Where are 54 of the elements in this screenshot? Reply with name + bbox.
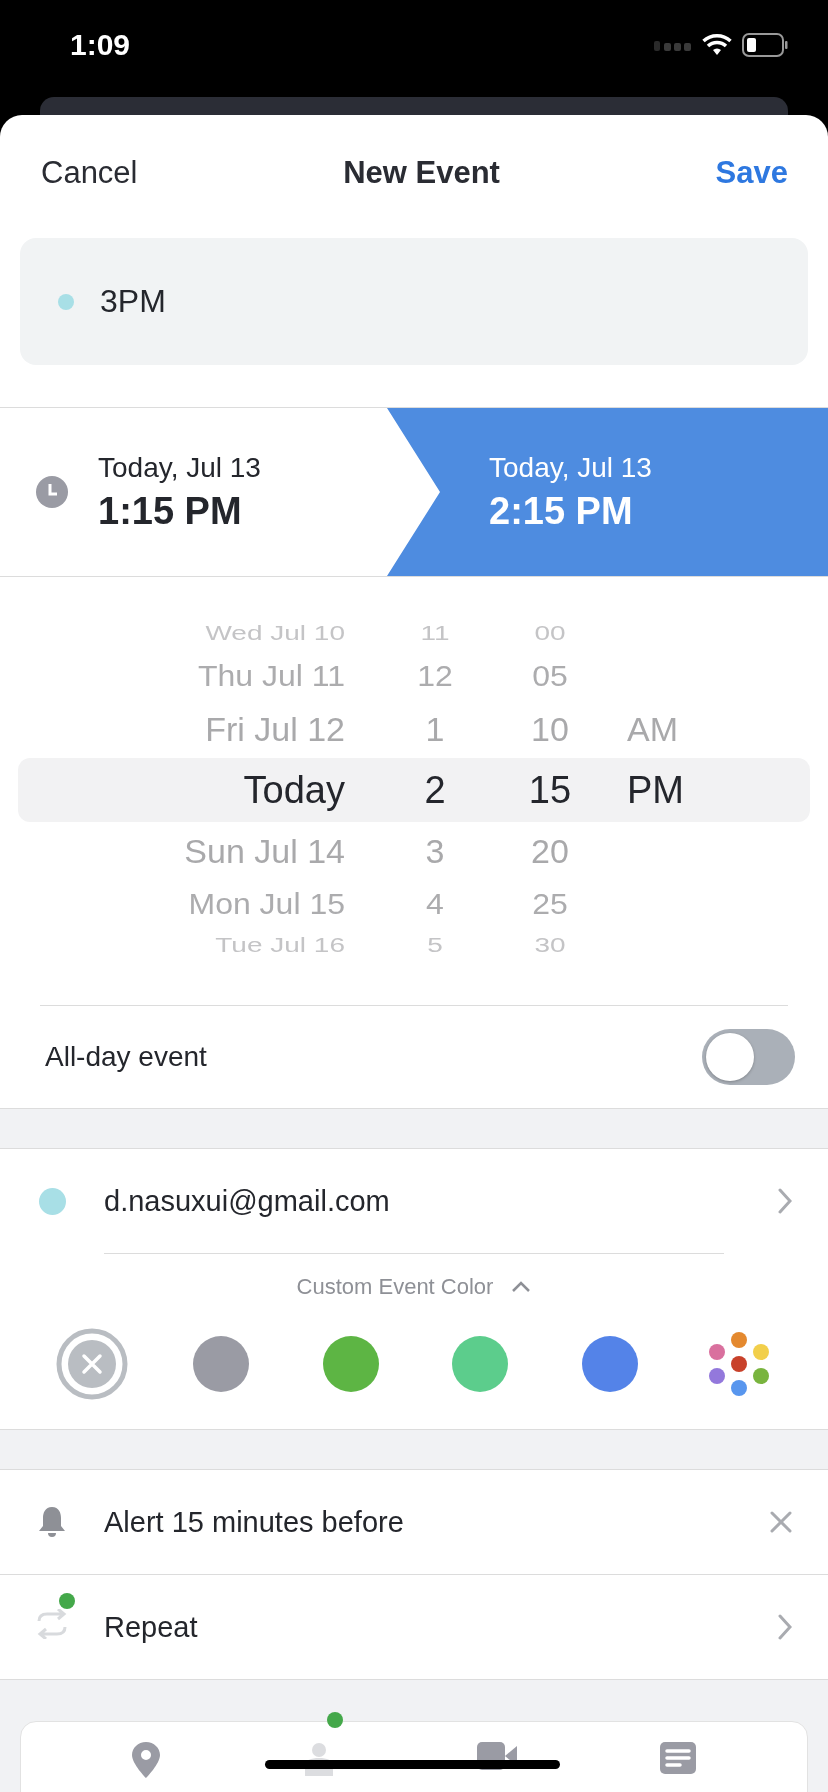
date-option[interactable]: Wed Jul 10 (205, 622, 345, 646)
hour-option[interactable]: 12 (417, 659, 453, 693)
close-icon[interactable] (770, 1511, 792, 1533)
custom-color-label[interactable]: Custom Event Color (296, 1273, 494, 1300)
end-time-tab[interactable]: Today, Jul 13 2:15 PM (387, 408, 828, 576)
minute-option[interactable]: 15 (528, 768, 572, 812)
event-date: Today, Jul 13 (489, 451, 652, 484)
repeat-label: Repeat (104, 1610, 199, 1644)
meridiem-option[interactable]: PM (627, 768, 684, 812)
date-option[interactable]: Tue Jul 16 (215, 934, 345, 958)
alert-row[interactable]: Alert 15 minutes before (0, 1470, 828, 1574)
hour-option[interactable]: 2 (424, 768, 446, 812)
date-option[interactable]: Today (243, 768, 345, 812)
status-dot (59, 1592, 75, 1609)
hour-option[interactable]: 11 (420, 622, 450, 646)
notes-icon[interactable] (659, 1742, 696, 1774)
hour-option[interactable]: 4 (426, 887, 444, 921)
minute-option[interactable]: 05 (532, 659, 568, 693)
hour-option[interactable]: 5 (427, 934, 443, 958)
minute-option[interactable]: 20 (531, 831, 569, 871)
cancel-button[interactable]: Cancel (41, 154, 138, 191)
hour-option[interactable]: 1 (425, 709, 445, 749)
event-date: Today, Jul 13 (98, 451, 261, 484)
location-pin-icon[interactable] (132, 1742, 161, 1778)
wifi-icon (702, 33, 732, 56)
event-time: 2:15 PM (489, 489, 634, 533)
date-option[interactable]: Sun Jul 14 (184, 831, 345, 871)
alert-label: Alert 15 minutes before (104, 1505, 405, 1539)
clock-icon (36, 476, 68, 508)
battery-icon (742, 32, 788, 57)
hour-option[interactable]: 3 (425, 831, 445, 871)
account-email: d.nasuxui@gmail.com (104, 1184, 391, 1218)
minute-option[interactable]: 10 (531, 709, 569, 749)
minute-option[interactable]: 25 (532, 887, 568, 921)
all-day-label: All-day event (45, 1041, 207, 1073)
event-time: 1:15 PM (98, 489, 243, 533)
date-option[interactable]: Thu Jul 11 (197, 659, 345, 693)
status-dot (326, 1712, 343, 1728)
repeat-icon (35, 1608, 69, 1639)
save-button[interactable]: Save (715, 154, 788, 191)
chevron-right-icon (778, 1614, 792, 1640)
date-option[interactable]: Mon Jul 15 (188, 887, 345, 921)
all-day-toggle[interactable] (702, 1029, 795, 1085)
no-color-option[interactable] (56, 1328, 128, 1400)
meridiem-option[interactable]: AM (627, 709, 678, 749)
minute-option[interactable]: 00 (534, 622, 566, 646)
event-title-field[interactable]: 3PM (20, 238, 808, 365)
chevron-right-icon (778, 1188, 792, 1214)
bell-icon (37, 1505, 67, 1539)
calendar-account-row[interactable]: d.nasuxui@gmail.com (0, 1149, 828, 1253)
status-time: 1:09 (70, 27, 131, 62)
caret-up-icon (511, 1280, 532, 1293)
minute-option[interactable]: 30 (534, 934, 566, 958)
date-option[interactable]: Fri Jul 12 (205, 709, 345, 749)
